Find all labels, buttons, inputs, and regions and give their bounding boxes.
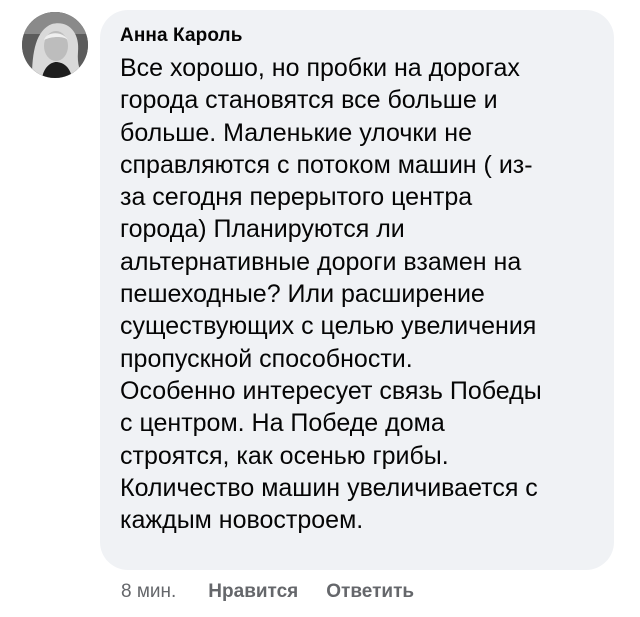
comment-actions: 8 мин. Нравится Ответить	[121, 579, 414, 605]
reply-button[interactable]: Ответить	[326, 581, 414, 603]
comment-bubble: Анна Кароль Все хорошо, но пробки на дор…	[100, 10, 614, 570]
like-button[interactable]: Нравится	[208, 581, 298, 603]
author-name[interactable]: Анна Кароль	[120, 24, 594, 48]
comment-text: Все хорошо, но пробки на дорогах города …	[120, 54, 542, 535]
profile-photo	[22, 12, 88, 78]
avatar[interactable]	[22, 12, 88, 78]
timestamp[interactable]: 8 мин.	[121, 581, 176, 603]
comment: Анна Кароль Все хорошо, но пробки на дор…	[0, 0, 640, 617]
